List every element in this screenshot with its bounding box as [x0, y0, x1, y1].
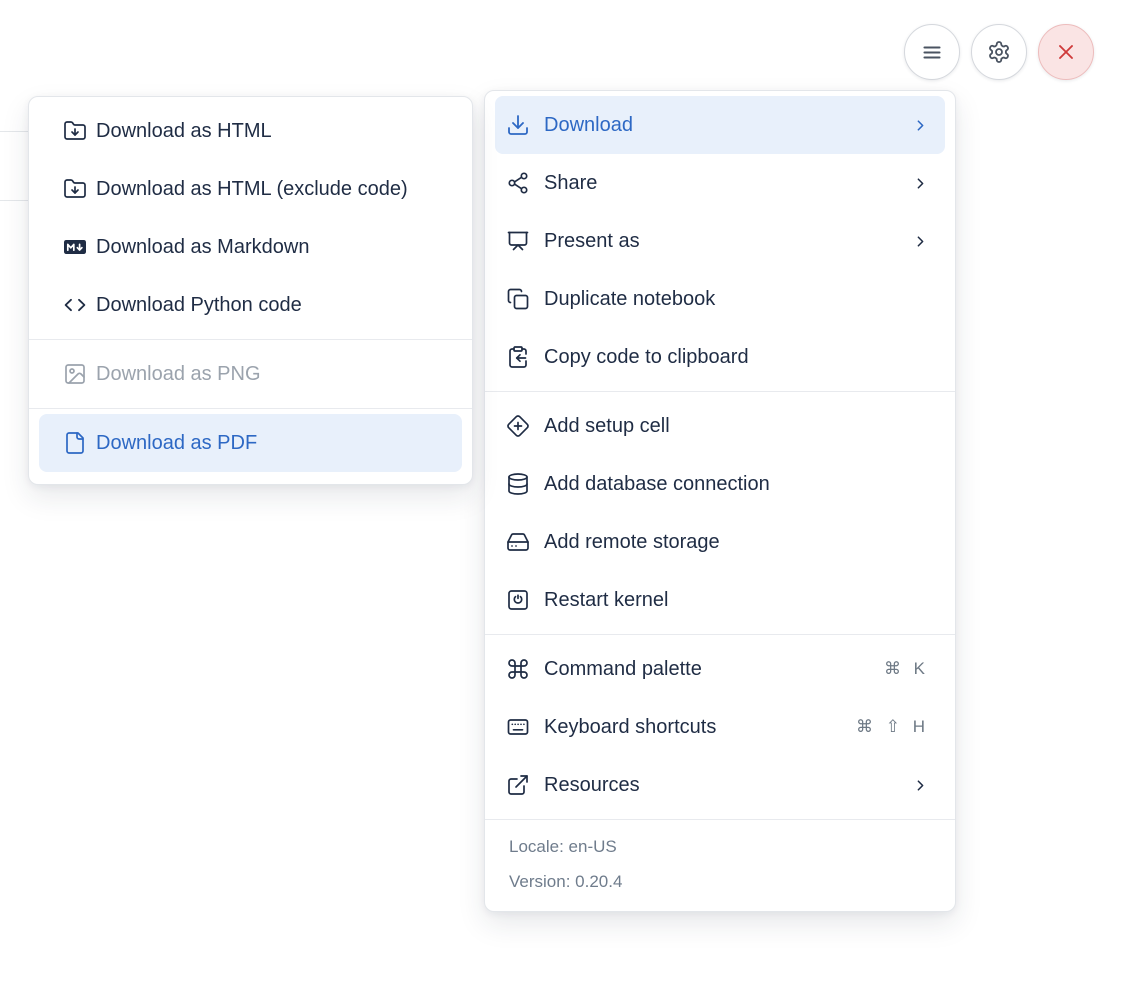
menu-item-add-setup-cell[interactable]: Add setup cell: [495, 397, 945, 455]
menu-item-label: Download as HTML: [96, 119, 272, 142]
share-icon: [506, 171, 530, 195]
diamond-plus-icon: [506, 414, 530, 438]
menu-item-copy-code-to-clipboard[interactable]: Copy code to clipboard: [495, 328, 945, 386]
menu-item-download-as-pdf[interactable]: Download as PDF: [39, 414, 462, 472]
menu-item-label: Add remote storage: [544, 530, 720, 553]
menu-item-label: Command palette: [544, 657, 702, 680]
shortcut-hint: ⌘ ⇧ H: [856, 717, 929, 736]
menu-item-label: Download as Markdown: [96, 235, 310, 258]
menu-item-label: Keyboard shortcuts: [544, 715, 717, 738]
folder-down-icon: [63, 177, 87, 201]
shortcut-hint: ⌘ K: [883, 659, 929, 678]
download-icon: [506, 113, 530, 137]
menu-item-label: Download as HTML (exclude code): [96, 177, 408, 200]
menu-item-label: Download: [544, 113, 633, 136]
page-divider: [0, 131, 28, 132]
close-button[interactable]: [1038, 24, 1094, 80]
menu-item-restart-kernel[interactable]: Restart kernel: [495, 571, 945, 629]
menu-item-label: Resources: [544, 773, 640, 796]
clipboard-copy-icon: [506, 345, 530, 369]
version-text: Version: 0.20.4: [509, 872, 623, 891]
chevron-right-icon: [912, 233, 929, 250]
menu-item-download-as-markdown[interactable]: Download as Markdown: [39, 218, 462, 276]
presentation-icon: [506, 229, 530, 253]
hamburger-icon: [920, 40, 944, 64]
menu-item-label: Share: [544, 171, 598, 194]
notebook-menu: Download Share Present as Duplicate note…: [484, 90, 956, 912]
page-divider: [0, 200, 28, 201]
chevron-right-icon: [912, 117, 929, 134]
gear-icon: [987, 40, 1011, 64]
menu-section-export: Download Share Present as Duplicate note…: [485, 91, 955, 391]
copy-icon: [506, 287, 530, 311]
menu-item-label: Present as: [544, 229, 640, 252]
hard-drive-icon: [506, 530, 530, 554]
menu-item-download-as-html-exclude-code[interactable]: Download as HTML (exclude code): [39, 160, 462, 218]
menu-item-label: Add database connection: [544, 472, 770, 495]
menu-item-download-as-png[interactable]: Download as PNG: [39, 345, 462, 403]
menu-section-tools: Command palette ⌘ K Keyboard shortcuts ⌘…: [485, 635, 955, 819]
submenu-section-pdf: Download as PDF: [29, 409, 472, 484]
power-square-icon: [506, 588, 530, 612]
menu-item-duplicate-notebook[interactable]: Duplicate notebook: [495, 270, 945, 328]
download-submenu: Download as HTML Download as HTML (exclu…: [28, 96, 473, 485]
external-link-icon: [506, 773, 530, 797]
menu-item-label: Restart kernel: [544, 588, 669, 611]
menu-item-add-remote-storage[interactable]: Add remote storage: [495, 513, 945, 571]
chevron-right-icon: [912, 777, 929, 794]
menu-item-download[interactable]: Download: [495, 96, 945, 154]
menu-item-keyboard-shortcuts[interactable]: Keyboard shortcuts ⌘ ⇧ H: [495, 698, 945, 756]
database-icon: [506, 472, 530, 496]
folder-down-icon: [63, 119, 87, 143]
menu-item-add-database-connection[interactable]: Add database connection: [495, 455, 945, 513]
menu-section-notebook: Add setup cell Add database connection A…: [485, 392, 955, 634]
image-icon: [63, 362, 87, 386]
file-icon: [63, 431, 87, 455]
code-icon: [63, 293, 87, 317]
menu-item-share[interactable]: Share: [495, 154, 945, 212]
locale-text: Locale: en-US: [509, 837, 617, 856]
menu-item-download-python-code[interactable]: Download Python code: [39, 276, 462, 334]
command-icon: [506, 657, 530, 681]
menu-item-label: Download as PNG: [96, 362, 261, 385]
settings-button[interactable]: [971, 24, 1027, 80]
keyboard-icon: [506, 715, 530, 739]
menu-footer: Locale: en-US Version: 0.20.4: [485, 819, 955, 911]
menu-item-label: Duplicate notebook: [544, 287, 716, 310]
markdown-icon: [63, 235, 87, 259]
x-icon: [1054, 40, 1078, 64]
menu-item-label: Add setup cell: [544, 414, 670, 437]
chevron-right-icon: [912, 175, 929, 192]
menu-item-command-palette[interactable]: Command palette ⌘ K: [495, 640, 945, 698]
menu-item-present-as[interactable]: Present as: [495, 212, 945, 270]
menu-item-resources[interactable]: Resources: [495, 756, 945, 814]
menu-item-label: Download as PDF: [96, 431, 258, 454]
menu-item-download-as-html[interactable]: Download as HTML: [39, 102, 462, 160]
submenu-section-png: Download as PNG: [29, 340, 472, 408]
submenu-section-formats: Download as HTML Download as HTML (exclu…: [29, 97, 472, 339]
menu-item-label: Copy code to clipboard: [544, 345, 749, 368]
notebook-menu-button[interactable]: [904, 24, 960, 80]
menu-item-label: Download Python code: [96, 293, 302, 316]
